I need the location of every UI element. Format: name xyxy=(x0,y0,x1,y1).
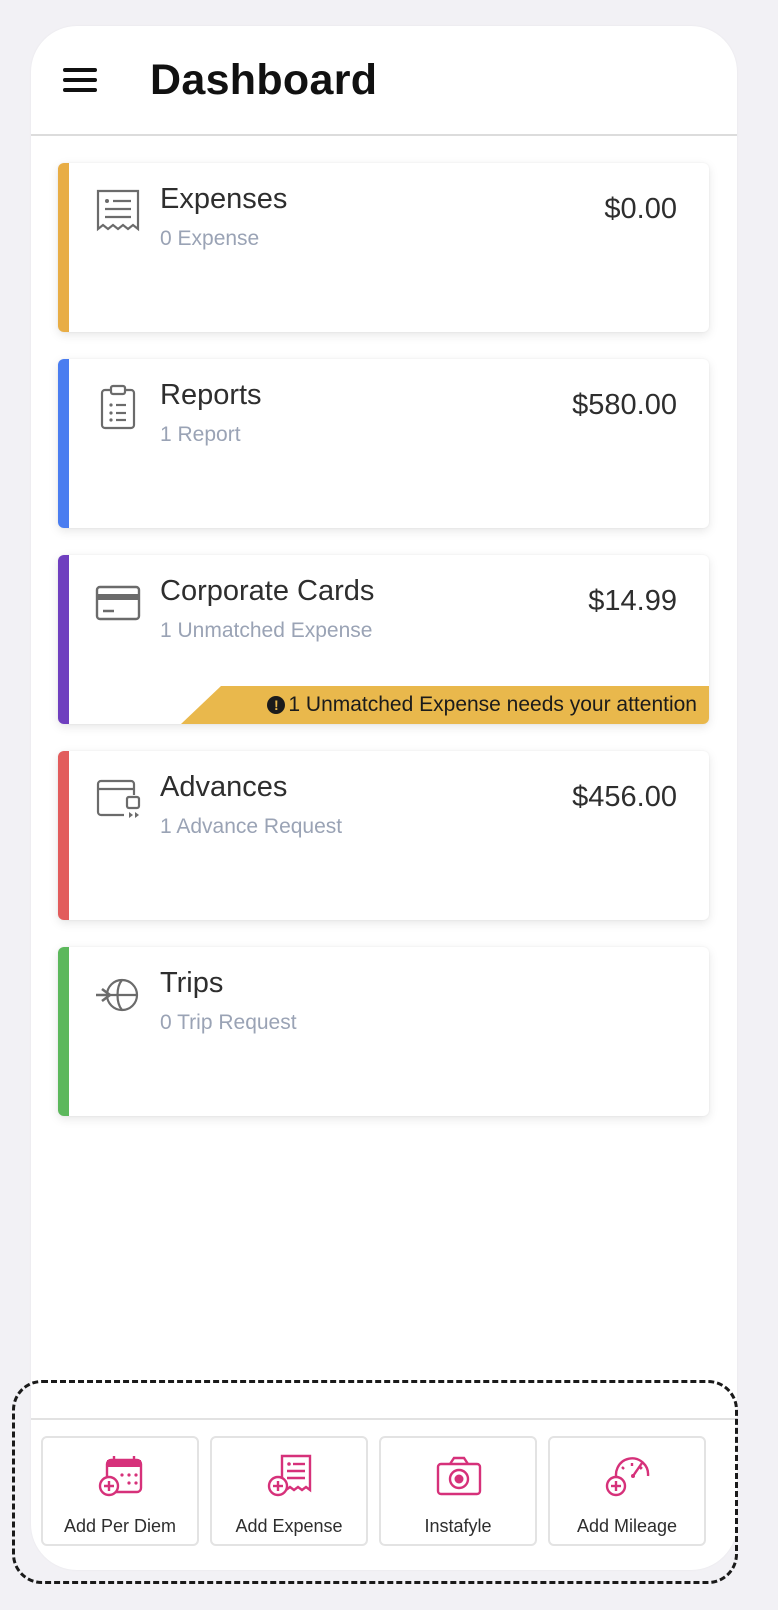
app-header: Dashboard xyxy=(31,26,737,136)
card-subtitle: 0 Trip Request xyxy=(160,1011,297,1034)
card-trips[interactable]: Trips 0 Trip Request xyxy=(58,947,709,1116)
card-title: Corporate Cards xyxy=(160,575,375,607)
airplane-globe-icon xyxy=(96,978,139,1012)
card-color-bar xyxy=(58,751,69,920)
quick-actions-bar: Add Per Diem Add Expense Instafyle Add M… xyxy=(41,1436,729,1548)
card-subtitle: 1 Unmatched Expense xyxy=(160,619,373,642)
instafyle-button[interactable]: Instafyle xyxy=(379,1436,537,1546)
card-color-bar xyxy=(58,555,69,724)
card-reports[interactable]: Reports 1 Report $580.00 xyxy=(58,359,709,528)
receipt-icon xyxy=(96,189,140,232)
card-corporate-cards[interactable]: Corporate Cards 1 Unmatched Expense $14.… xyxy=(58,555,709,724)
card-subtitle: 0 Expense xyxy=(160,227,260,250)
card-amount: $14.99 xyxy=(588,585,677,617)
action-label: Instafyle xyxy=(424,1516,492,1536)
card-amount: $580.00 xyxy=(572,389,677,421)
alert-text: 1 Unmatched Expense needs your attention xyxy=(288,693,697,716)
card-title: Trips xyxy=(160,967,224,999)
action-label: Add Mileage xyxy=(576,1516,678,1536)
card-color-bar xyxy=(58,359,69,528)
card-title: Reports xyxy=(160,379,262,411)
card-subtitle: 1 Report xyxy=(160,423,241,446)
receipt-add-icon xyxy=(267,1454,312,1497)
page-title: Dashboard xyxy=(150,56,378,104)
card-subtitle: 1 Advance Request xyxy=(160,815,343,838)
add-mileage-button[interactable]: Add Mileage xyxy=(548,1436,706,1546)
advance-wallet-icon xyxy=(96,779,141,818)
card-color-bar xyxy=(58,947,69,1116)
card-amount: $456.00 xyxy=(572,781,677,813)
action-label: Add Per Diem xyxy=(63,1516,177,1536)
action-label: Add Expense xyxy=(235,1516,343,1536)
camera-icon xyxy=(436,1456,482,1496)
add-per-diem-button[interactable]: Add Per Diem xyxy=(41,1436,199,1546)
unmatched-expense-alert[interactable]: ! 1 Unmatched Expense needs your attenti… xyxy=(181,686,709,724)
calendar-add-icon xyxy=(98,1456,143,1497)
card-expenses[interactable]: Expenses 0 Expense $0.00 xyxy=(58,163,709,332)
hamburger-menu-icon[interactable] xyxy=(63,68,97,96)
card-color-bar xyxy=(58,163,69,332)
card-title: Advances xyxy=(160,771,288,803)
card-advances[interactable]: Advances 1 Advance Request $456.00 xyxy=(58,751,709,920)
clipboard-icon xyxy=(100,384,136,430)
alert-icon: ! xyxy=(267,696,286,714)
app-screen: Dashboard Expenses 0 Expense $0.00 Repor… xyxy=(31,26,737,1570)
card-amount: $0.00 xyxy=(604,193,677,225)
add-expense-button[interactable]: Add Expense xyxy=(210,1436,368,1546)
card-title: Expenses xyxy=(160,183,288,215)
speedometer-add-icon xyxy=(605,1457,650,1497)
bottom-divider xyxy=(31,1418,737,1420)
credit-card-icon xyxy=(95,585,141,621)
